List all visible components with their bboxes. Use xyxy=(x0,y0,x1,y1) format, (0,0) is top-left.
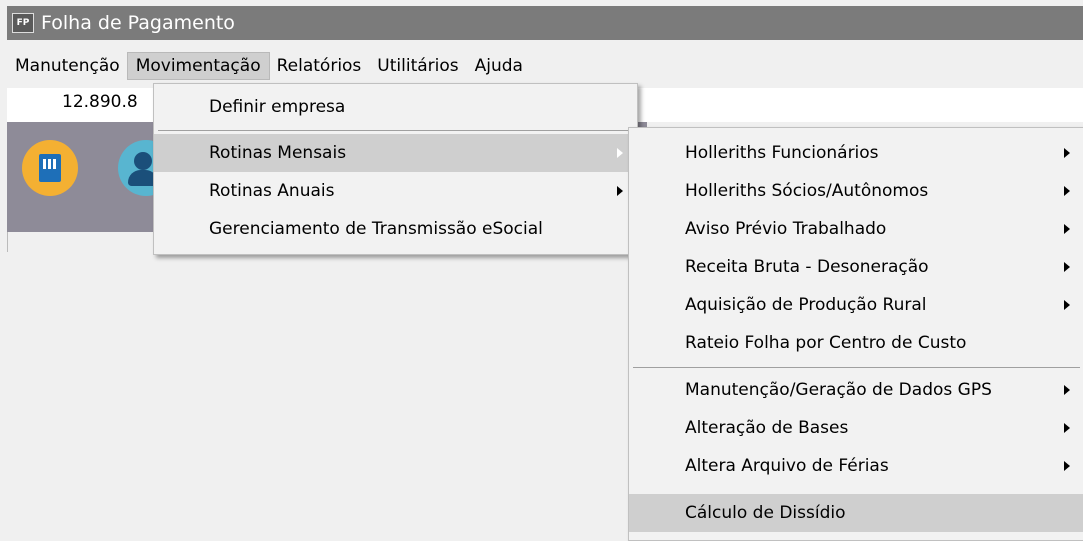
menu-item-alteracao-bases[interactable]: Alteração de Bases xyxy=(629,409,1083,447)
menu-item-label: Rotinas Mensais xyxy=(209,143,347,163)
menu-item-altera-ferias[interactable]: Altera Arquivo de Férias xyxy=(629,447,1083,485)
menu-item-rotinas-mensais[interactable]: Rotinas Mensais xyxy=(154,134,637,172)
menu-separator xyxy=(633,367,1080,368)
submenu-arrow-icon xyxy=(1064,186,1070,196)
submenu-arrow-icon xyxy=(1064,224,1070,234)
menu-item-receita-bruta[interactable]: Receita Bruta - Desoneração xyxy=(629,248,1083,286)
menu-item-aquisicao-producao-rural[interactable]: Aquisição de Produção Rural xyxy=(629,286,1083,324)
menu-item-label: Receita Bruta - Desoneração xyxy=(685,257,929,277)
menu-item-holleriths-socios[interactable]: Holleriths Sócios/Autônomos xyxy=(629,172,1083,210)
menu-item-calculo-dissidio[interactable]: Cálculo de Dissídio xyxy=(629,494,1083,532)
menu-item-label: Rotinas Anuais xyxy=(209,181,335,201)
menu-item-label: Cálculo de Dissídio xyxy=(685,503,846,523)
app-icon: FP xyxy=(12,13,34,33)
menu-item-label: Definir empresa xyxy=(209,97,346,117)
menu-bar: Manutenção Movimentação Relatórios Utili… xyxy=(7,50,531,82)
submenu-arrow-icon xyxy=(1064,385,1070,395)
menu-relatorios[interactable]: Relatórios xyxy=(269,53,370,79)
menu-movimentacao[interactable]: Movimentação xyxy=(126,52,270,80)
menu-item-label: Holleriths Sócios/Autônomos xyxy=(685,181,929,201)
menu-separator xyxy=(158,130,633,131)
menu-item-label: Rateio Folha por Centro de Custo xyxy=(685,333,967,353)
submenu-arrow-icon xyxy=(1064,262,1070,272)
menu-manutencao[interactable]: Manutenção xyxy=(7,53,128,79)
menu-item-holleriths-funcionarios[interactable]: Holleriths Funcionários xyxy=(629,134,1083,172)
menu-item-label: Gerenciamento de Transmissão eSocial xyxy=(209,219,543,239)
menu-utilitarios[interactable]: Utilitários xyxy=(369,53,466,79)
submenu-arrow-icon xyxy=(1064,148,1070,158)
building-icon[interactable] xyxy=(22,140,78,196)
submenu-arrow-icon xyxy=(1064,461,1070,471)
menu-item-rateio-folha[interactable]: Rateio Folha por Centro de Custo xyxy=(629,324,1083,362)
menu-ajuda[interactable]: Ajuda xyxy=(467,53,531,79)
submenu-arrow-icon xyxy=(617,186,623,196)
divider xyxy=(7,232,8,252)
menu-item-label: Altera Arquivo de Férias xyxy=(685,456,889,476)
submenu-arrow-icon xyxy=(617,148,623,158)
menu-item-definir-empresa[interactable]: Definir empresa xyxy=(154,88,637,126)
menu-item-gps[interactable]: Manutenção/Geração de Dados GPS xyxy=(629,371,1083,409)
title-bar: FP Folha de Pagamento xyxy=(7,6,1083,40)
movimentacao-dropdown: Definir empresa Rotinas Mensais Rotinas … xyxy=(153,83,638,255)
rotinas-mensais-submenu: Holleriths Funcionários Holleriths Sócio… xyxy=(628,127,1083,541)
menu-item-aviso-previo[interactable]: Aviso Prévio Trabalhado xyxy=(629,210,1083,248)
window-title: Folha de Pagamento xyxy=(41,12,235,34)
menu-item-label: Manutenção/Geração de Dados GPS xyxy=(685,380,992,400)
menu-item-label: Alteração de Bases xyxy=(685,418,849,438)
menu-item-label: Aviso Prévio Trabalhado xyxy=(685,219,887,239)
menu-item-rotinas-anuais[interactable]: Rotinas Anuais xyxy=(154,172,637,210)
menu-item-label: Aquisição de Produção Rural xyxy=(685,295,927,315)
menu-item-label: Holleriths Funcionários xyxy=(685,143,879,163)
menu-item-gerenciamento-esocial[interactable]: Gerenciamento de Transmissão eSocial xyxy=(154,210,637,248)
submenu-arrow-icon xyxy=(1064,423,1070,433)
company-cnpj: 12.890.8 xyxy=(62,92,138,112)
submenu-arrow-icon xyxy=(1064,300,1070,310)
